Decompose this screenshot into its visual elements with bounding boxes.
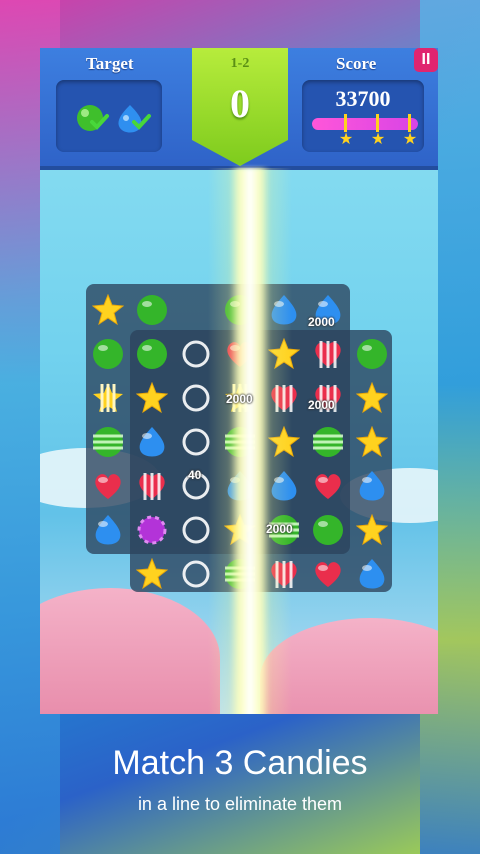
blue-drop-candy-icon — [139, 427, 165, 457]
score-popup: 2000 — [266, 522, 293, 536]
striped-round-candy-icon — [313, 427, 343, 457]
striped-heart-candy-icon — [315, 341, 341, 368]
candy-cell[interactable] — [130, 376, 174, 420]
striped-heart-candy-icon — [139, 473, 165, 500]
candy-cell[interactable] — [306, 332, 350, 376]
yellow-star-candy-icon — [136, 558, 168, 590]
target-panel — [56, 80, 162, 152]
yellow-star-candy-icon — [356, 426, 388, 458]
candy-cell[interactable] — [86, 332, 130, 376]
candy-cell[interactable] — [86, 508, 130, 552]
moves-counter: 0 — [230, 81, 250, 126]
star-icon: ★ — [402, 131, 418, 148]
caption-subtitle: in a line to eliminate them — [137, 794, 343, 814]
star-marker — [408, 114, 411, 132]
pause-button[interactable]: II — [414, 48, 438, 72]
yellow-star-candy-icon — [356, 382, 388, 414]
candy-cell[interactable] — [86, 376, 130, 420]
candy-cell[interactable] — [350, 332, 394, 376]
purple-round-candy-icon — [137, 515, 167, 545]
blue-drop-candy-icon — [95, 515, 121, 545]
game-screen: Target 1-2 0 Score 33700 ★ ★ ★ II 2000 2… — [40, 48, 438, 714]
candy-cell[interactable] — [350, 420, 394, 464]
candy-cell[interactable] — [350, 464, 394, 508]
star-marker — [376, 114, 379, 132]
candy-cell[interactable] — [86, 464, 130, 508]
striped-round-candy-icon — [93, 427, 123, 457]
score-panel: 33700 ★ ★ ★ — [302, 80, 424, 152]
green-round-candy-icon — [313, 515, 343, 545]
candy-cell[interactable] — [130, 552, 174, 596]
score-progress-fill — [312, 118, 418, 130]
pink-hill-decoration — [40, 588, 220, 714]
score-label: Score — [336, 54, 377, 73]
top-hud: Target 1-2 0 Score 33700 ★ ★ ★ II — [40, 48, 438, 170]
target-candies — [77, 105, 151, 133]
green-round-candy-icon — [137, 295, 167, 325]
candy-cell[interactable] — [306, 420, 350, 464]
star-marker — [344, 114, 347, 132]
candy-cell[interactable] — [130, 464, 174, 508]
candy-cell[interactable] — [86, 288, 130, 332]
candy-cell[interactable] — [306, 464, 350, 508]
candy-cell[interactable] — [130, 332, 174, 376]
candy-cell[interactable] — [130, 288, 174, 332]
candy-cell[interactable] — [130, 508, 174, 552]
green-round-candy-icon — [357, 339, 387, 369]
candy-cell[interactable] — [306, 552, 350, 596]
candy-cell[interactable] — [86, 420, 130, 464]
target-blue-candy-icon — [118, 105, 151, 133]
score-popup: 2000 — [308, 398, 335, 412]
score-progress-bar — [312, 118, 418, 130]
score-popup: 2000 — [308, 315, 335, 329]
blue-drop-candy-icon — [359, 471, 385, 501]
candy-cell[interactable] — [350, 552, 394, 596]
score-popup: 40 — [188, 468, 202, 482]
red-heart-candy-icon — [95, 474, 121, 499]
score-value: 33700 — [335, 86, 391, 111]
yellow-star-candy-icon — [92, 294, 124, 326]
score-popup: 2000 — [226, 392, 253, 406]
candy-cell[interactable] — [130, 420, 174, 464]
red-heart-candy-icon — [315, 562, 341, 587]
green-round-candy-icon — [137, 339, 167, 369]
striped-star-candy-icon — [93, 383, 123, 412]
candy-cell[interactable] — [306, 508, 350, 552]
yellow-star-candy-icon — [356, 514, 388, 546]
green-round-candy-icon — [93, 339, 123, 369]
caption-title: Match 3 Candies — [112, 744, 368, 782]
lightning-beam — [230, 168, 270, 714]
level-moves-badge: 1-2 0 — [192, 48, 288, 166]
target-green-candy-icon — [77, 105, 109, 131]
yellow-star-candy-icon — [136, 382, 168, 414]
red-heart-candy-icon — [315, 474, 341, 499]
level-label: 1-2 — [230, 56, 250, 71]
candy-cell[interactable] — [350, 376, 394, 420]
star-icon: ★ — [370, 131, 386, 148]
candy-cell[interactable] — [350, 508, 394, 552]
blue-drop-candy-icon — [359, 559, 385, 589]
target-label: Target — [86, 54, 134, 73]
star-icon: ★ — [338, 131, 354, 148]
